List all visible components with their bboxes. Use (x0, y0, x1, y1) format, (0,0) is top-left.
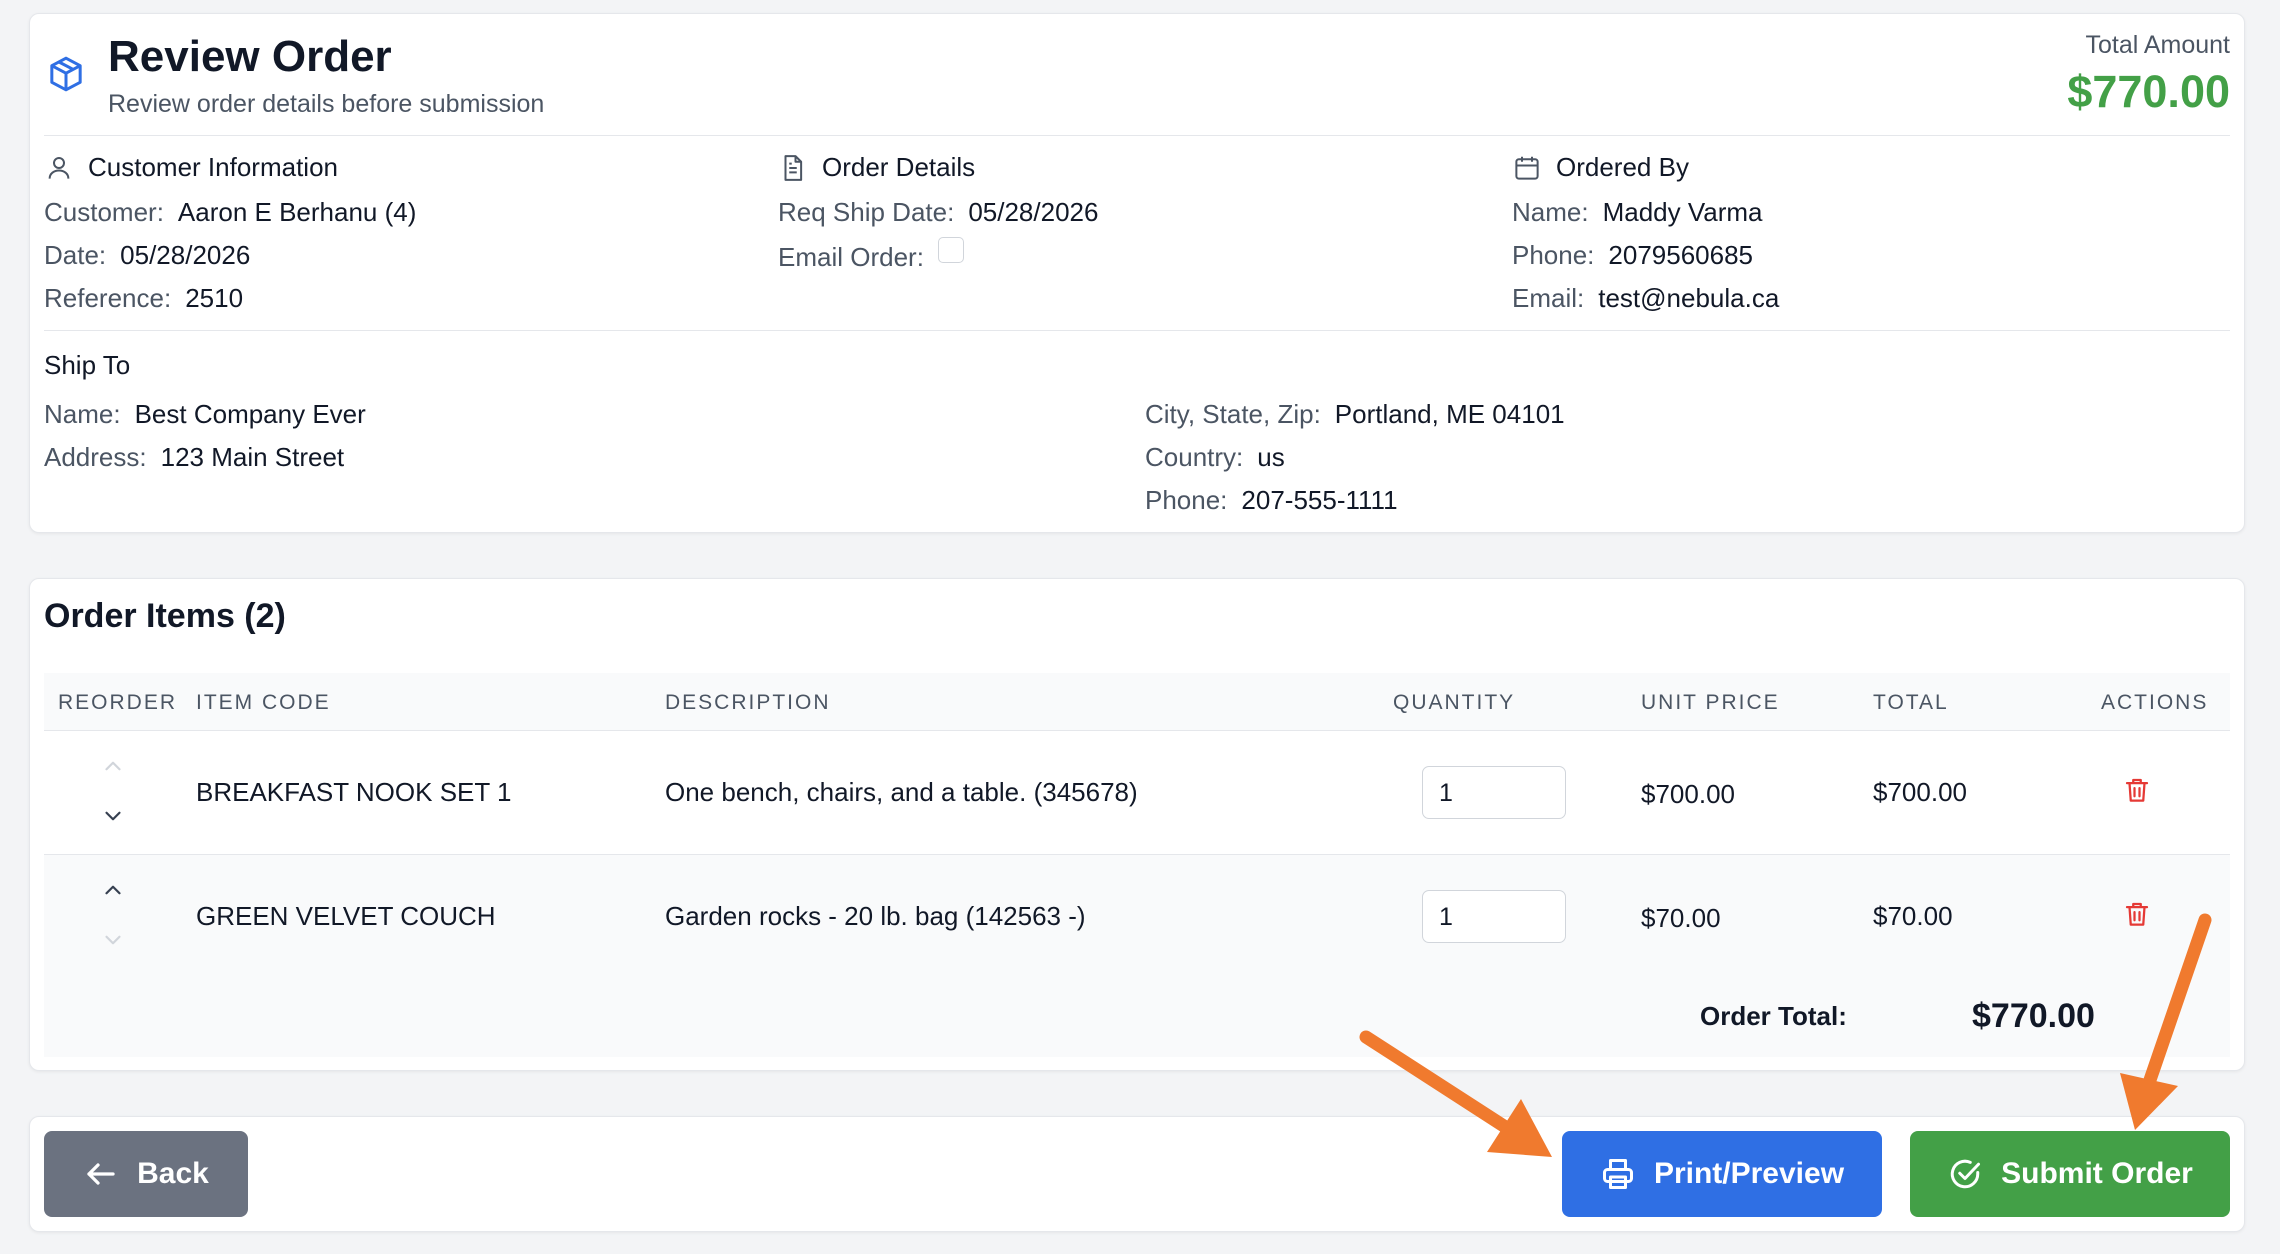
order-total-label: Order Total: (1700, 1001, 1847, 1031)
field-label: Reference: (44, 283, 172, 313)
package-icon (50, 56, 82, 92)
line-total: $700.00 (1873, 777, 1967, 807)
ship-to-title: Ship To (44, 350, 131, 380)
field-label: Address: (44, 442, 147, 472)
item-description: One bench, chairs, and a table. (345678) (665, 777, 1138, 807)
column-header-actions: ACTIONS (2101, 691, 2209, 714)
customer-info-heading: Customer Information (44, 152, 338, 183)
field-label: City, State, Zip: (1145, 399, 1321, 429)
field-value: 2079560685 (1608, 240, 1754, 270)
field-value: us (1257, 442, 1285, 472)
column-header-quantity: QUANTITY (1393, 691, 1516, 714)
line-total: $70.00 (1873, 901, 1953, 931)
order-details-title: Order Details (822, 152, 976, 182)
field-value: Portland, ME 04101 (1334, 399, 1565, 429)
req-ship-date-field: Req Ship Date: 05/28/2026 (778, 197, 1098, 228)
trash-icon[interactable] (2122, 899, 2152, 929)
field-value: 2510 (185, 283, 244, 313)
field-label: Customer: (44, 197, 164, 227)
quantity-input[interactable]: 1 (1422, 890, 1566, 943)
field-value: Best Company Ever (134, 399, 366, 429)
item-description: Garden rocks - 20 lb. bag (142563 -) (665, 901, 1086, 931)
submit-order-button[interactable]: Submit Order (1910, 1131, 2230, 1217)
print-preview-label: Print/Preview (1653, 1157, 1845, 1190)
page-subtitle: Review order details before submission (108, 90, 545, 118)
field-value: Aaron E Berhanu (4) (177, 197, 417, 227)
ordered-by-name-field: Name: Maddy Varma (1512, 197, 1763, 228)
field-value: 05/28/2026 (968, 197, 1099, 227)
total-amount-label: Total Amount (2085, 31, 2230, 59)
ship-to-name-field: Name: Best Company Ever (44, 399, 366, 430)
calendar-icon (1515, 156, 1539, 180)
field-value: 123 Main Street (160, 442, 345, 472)
page-title: Review Order (108, 32, 392, 81)
customer-field: Customer: Aaron E Berhanu (4) (44, 197, 416, 228)
table-header: REORDER ITEM CODE DESCRIPTION QUANTITY U… (44, 673, 2230, 731)
ship-to-phone-field: Phone: 207-555-1111 (1145, 485, 1398, 516)
email-order-field: Email Order: (778, 236, 964, 273)
ordered-by-email-field: Email: test@nebula.ca (1512, 283, 1779, 314)
arrow-left-icon (87, 1163, 115, 1185)
field-value: 05/28/2026 (120, 240, 251, 270)
print-preview-button[interactable]: Print/Preview (1562, 1131, 1882, 1217)
item-code: BREAKFAST NOOK SET 1 (196, 777, 512, 807)
ordered-by-heading: Ordered By (1512, 152, 1689, 183)
date-field: Date: 05/28/2026 (44, 240, 250, 271)
field-label: Email Order: (778, 242, 924, 272)
column-header-description: DESCRIPTION (665, 691, 831, 714)
column-header-reorder: REORDER (58, 691, 178, 714)
back-button-label: Back (137, 1157, 209, 1190)
column-header-unit-price: UNIT PRICE (1641, 691, 1780, 714)
column-header-item-code: ITEM CODE (196, 691, 331, 714)
quantity-input[interactable]: 1 (1422, 766, 1566, 819)
order-details-heading: Order Details (778, 152, 975, 183)
table-row: GREEN VELVET COUCH Garden rocks - 20 lb.… (44, 855, 2230, 979)
review-order-card: Review Order Review order details before… (29, 13, 2245, 533)
total-amount-value: $770.00 (2067, 66, 2230, 117)
document-icon (784, 154, 803, 181)
field-value: Maddy Varma (1602, 197, 1763, 227)
field-label: Phone: (1145, 485, 1228, 515)
unit-price: $700.00 (1641, 779, 1735, 809)
ship-to-heading: Ship To (44, 350, 130, 381)
field-label: Name: (44, 399, 121, 429)
chevron-down-icon[interactable] (100, 803, 126, 829)
ordered-by-title: Ordered By (1556, 152, 1689, 182)
customer-info-title: Customer Information (88, 152, 338, 182)
unit-price: $70.00 (1641, 903, 1721, 933)
chevron-up-icon[interactable] (100, 877, 126, 903)
item-code: GREEN VELVET COUCH (196, 901, 496, 931)
column-header-total: TOTAL (1873, 691, 1949, 714)
ship-to-divider (44, 330, 2230, 331)
field-label: Date: (44, 240, 107, 270)
email-order-checkbox[interactable] (937, 236, 964, 263)
field-label: Phone: (1512, 240, 1595, 270)
check-circle-icon (1950, 1159, 1981, 1189)
back-button[interactable]: Back (44, 1131, 248, 1217)
field-value: test@nebula.ca (1598, 283, 1780, 313)
trash-icon[interactable] (2122, 775, 2152, 805)
order-items-title: Order Items (2) (44, 597, 286, 635)
reference-field: Reference: 2510 (44, 283, 243, 314)
order-items-card: Order Items (2) REORDER ITEM CODE DESCRI… (29, 578, 2245, 1071)
order-total-value: $770.00 (1972, 997, 2095, 1035)
ship-to-city-field: City, State, Zip: Portland, ME 04101 (1145, 399, 1565, 430)
ship-to-country-field: Country: us (1145, 442, 1285, 473)
table-footer: Order Total: $770.00 (44, 977, 2230, 1057)
field-label: Email: (1512, 283, 1585, 313)
table-row: BREAKFAST NOOK SET 1 One bench, chairs, … (44, 731, 2230, 855)
ship-to-address-field: Address: 123 Main Street (44, 442, 344, 473)
submit-order-label: Submit Order (2001, 1157, 2193, 1190)
user-icon (48, 156, 70, 179)
footer-actions: Back Print/Preview Submit Order (29, 1116, 2245, 1232)
ordered-by-phone-field: Phone: 2079560685 (1512, 240, 1753, 271)
chevron-down-icon (105, 935, 121, 945)
header-divider (44, 135, 2230, 136)
printer-icon (1602, 1159, 1633, 1189)
chevron-up-icon (105, 761, 121, 771)
field-label: Country: (1145, 442, 1244, 472)
field-label: Name: (1512, 197, 1589, 227)
field-label: Req Ship Date: (778, 197, 955, 227)
field-value: 207-555-1111 (1241, 485, 1398, 515)
